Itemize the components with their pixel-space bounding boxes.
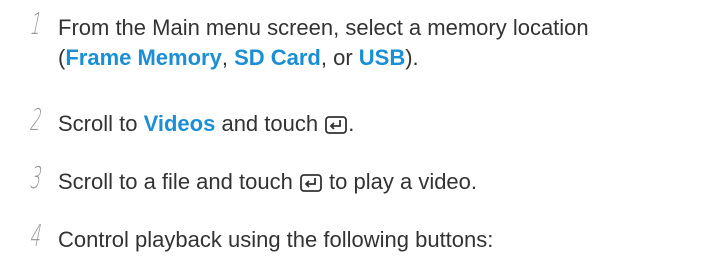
keyword-sd-card: SD Card xyxy=(234,45,321,70)
step-text: Control playback using the following but… xyxy=(58,227,494,252)
step-number: 4 xyxy=(27,219,46,254)
instruction-steps: 1 From the Main menu screen, select a me… xyxy=(0,0,703,266)
step-2-before: Scroll to xyxy=(58,111,144,136)
step-3-before: Scroll to a file and touch xyxy=(58,169,299,194)
step-number: 3 xyxy=(27,161,46,196)
separator: , or xyxy=(320,45,359,70)
step-2-middle: and touch xyxy=(215,111,325,136)
step-number: 2 xyxy=(27,103,46,138)
separator: , xyxy=(221,45,235,70)
step-1-line-1: From the Main menu screen, select a memo… xyxy=(58,15,589,40)
paren-close: ). xyxy=(405,45,419,70)
step-text: From the Main menu screen, select a memo… xyxy=(58,13,698,73)
enter-icon xyxy=(325,116,348,134)
step-2-after: . xyxy=(348,111,355,136)
keyword-frame-memory: Frame Memory xyxy=(65,45,222,70)
step-text: Scroll to a file and touch to play a vid… xyxy=(58,167,698,197)
step-3-after: to play a video. xyxy=(322,169,478,194)
keyword-usb: USB xyxy=(358,45,406,70)
step-number: 1 xyxy=(27,7,46,42)
step-text: Scroll to Videos and touch . xyxy=(58,109,698,139)
keyword-videos: Videos xyxy=(143,111,216,136)
enter-icon xyxy=(300,174,322,192)
